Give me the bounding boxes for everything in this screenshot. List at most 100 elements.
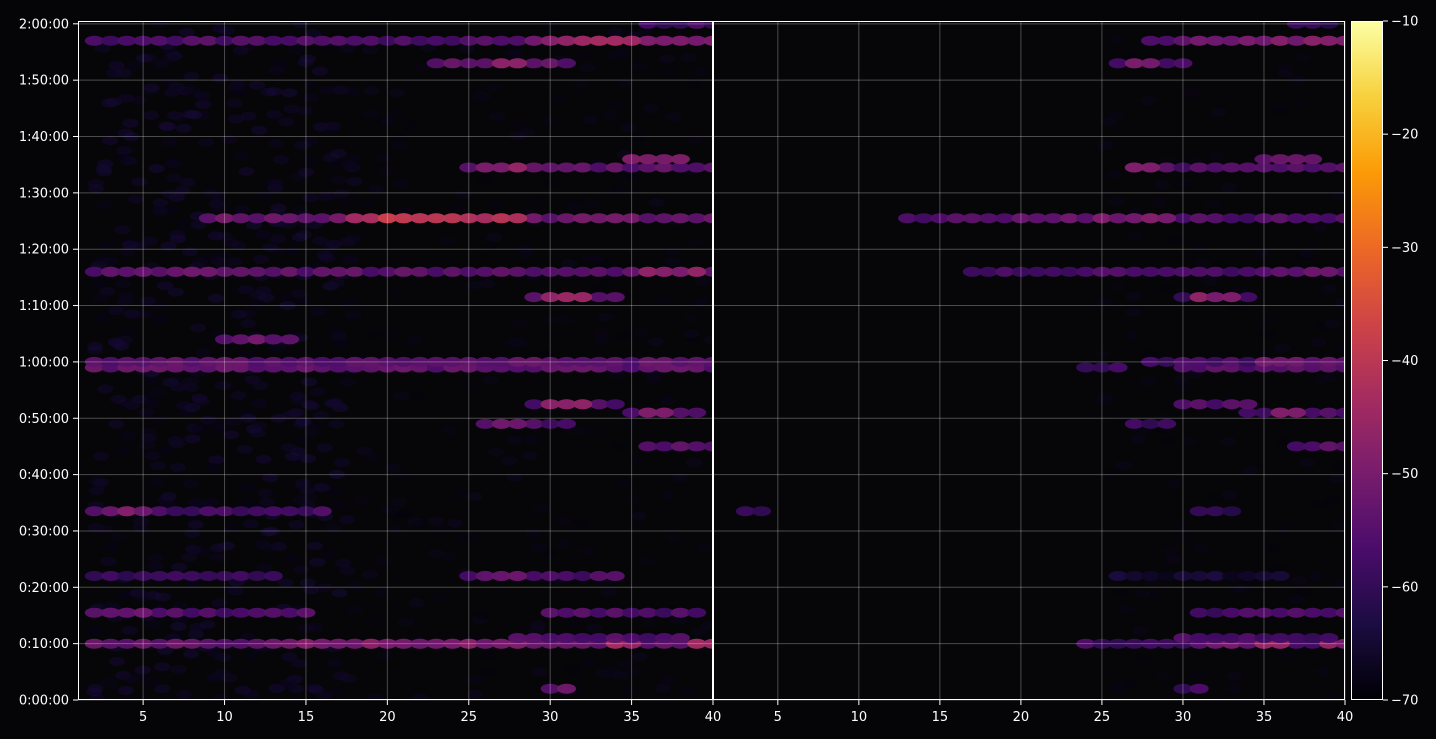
spectral-cell	[1238, 607, 1258, 618]
background-cell	[301, 399, 318, 409]
background-cell	[291, 658, 308, 668]
spectral-cell	[654, 441, 674, 452]
background-cell	[306, 541, 323, 551]
background-cell	[319, 253, 336, 263]
colorbar-tick-label: −60	[1391, 580, 1418, 595]
spectral-cell	[182, 506, 202, 517]
spectral-cell	[84, 607, 104, 618]
spectral-cell	[1238, 292, 1258, 303]
spectral-cell	[605, 213, 625, 224]
spectral-cell	[1157, 571, 1177, 581]
spectral-cell	[1141, 162, 1160, 173]
spectral-cell	[345, 35, 365, 46]
spectral-cell	[1222, 506, 1242, 517]
spectral-cell	[687, 607, 707, 618]
spectral-cell	[573, 607, 593, 618]
spectral-cell	[231, 213, 251, 224]
background-cell	[1194, 258, 1211, 268]
background-cell	[167, 435, 184, 445]
background-cell	[1094, 349, 1111, 359]
spectral-cell	[557, 213, 576, 224]
background-cell	[428, 516, 445, 526]
spectral-cell	[1286, 441, 1306, 452]
background-cell	[116, 146, 133, 155]
spectral-cell	[670, 607, 690, 618]
background-cell	[158, 121, 175, 131]
spectral-cell	[1222, 213, 1242, 224]
background-cell	[278, 578, 294, 588]
spectral-cell	[149, 266, 169, 277]
spectral-cell	[589, 292, 609, 303]
background-cell	[169, 462, 186, 472]
background-cell	[541, 548, 558, 558]
background-cell	[539, 348, 556, 358]
spectral-cell	[995, 266, 1015, 277]
spectral-cell	[280, 266, 300, 277]
background-cell	[648, 198, 665, 208]
background-cell	[316, 690, 333, 700]
background-cell	[581, 115, 598, 125]
background-cell	[346, 177, 363, 186]
spectral-cell	[508, 266, 528, 277]
background-cell	[658, 54, 675, 64]
background-cell	[363, 452, 380, 462]
background-cell	[388, 109, 405, 119]
spectral-cell	[198, 266, 218, 277]
spectral-cell	[1124, 213, 1144, 224]
background-cell	[1298, 248, 1315, 258]
y-tick-label: 0:20:00	[19, 581, 69, 596]
spectral-cell	[638, 607, 658, 618]
background-cell	[629, 133, 646, 142]
spectral-cell	[1027, 266, 1047, 277]
background-cell	[199, 620, 216, 630]
background-cell	[283, 104, 300, 114]
spectral-cell	[149, 571, 169, 581]
spectral-cell	[687, 213, 707, 224]
background-cell	[87, 626, 104, 636]
background-cell	[236, 445, 253, 454]
spectral-cell	[475, 35, 495, 46]
spectral-cell	[231, 607, 251, 618]
background-cell	[486, 232, 503, 242]
spectral-cell	[508, 633, 528, 643]
spectral-cell	[1205, 571, 1225, 581]
background-cell	[251, 421, 268, 431]
spectral-cell	[1108, 362, 1128, 373]
background-cell	[332, 85, 348, 95]
spectral-cell	[426, 266, 446, 277]
background-cell	[331, 588, 348, 598]
spectral-cell	[1189, 506, 1209, 517]
background-cell	[187, 520, 204, 529]
spectral-cell	[605, 35, 625, 46]
left-x-tick-label: 30	[542, 710, 559, 725]
spectral-cell	[149, 506, 169, 517]
spectral-cell	[1027, 213, 1047, 224]
spectral-cell	[524, 266, 544, 277]
background-cell	[680, 53, 697, 62]
background-cell	[565, 202, 582, 212]
background-cell	[579, 63, 595, 73]
spectral-cell	[84, 571, 104, 581]
background-cell	[273, 155, 290, 165]
spectral-cell	[263, 213, 283, 224]
background-cell	[1122, 678, 1138, 688]
background-cell	[1154, 672, 1171, 681]
spectral-cell	[247, 213, 267, 224]
background-cell	[367, 329, 384, 339]
background-cell	[338, 515, 355, 525]
background-cell	[1299, 458, 1316, 468]
spectral-cell	[1205, 292, 1225, 303]
background-cell	[540, 116, 557, 126]
spectral-cell	[1189, 607, 1209, 618]
spectral-cell	[1157, 162, 1177, 173]
spectral-cell	[166, 35, 186, 46]
background-cell	[1310, 501, 1327, 511]
background-cell	[1165, 554, 1181, 564]
background-cell	[327, 658, 344, 668]
background-cell	[121, 625, 138, 635]
background-cell	[1105, 468, 1122, 478]
spectral-cell	[263, 35, 283, 46]
background-cell	[284, 451, 301, 461]
left-x-tick-label: 15	[298, 710, 315, 725]
background-cell	[1106, 169, 1123, 179]
